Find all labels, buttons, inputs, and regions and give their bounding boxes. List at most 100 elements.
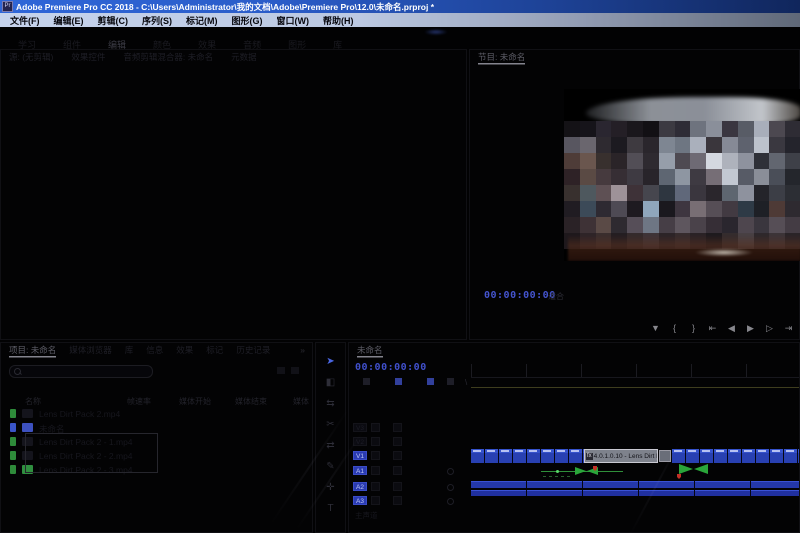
label-chip[interactable] (10, 437, 16, 446)
project-panel-tab[interactable]: 标记 (206, 344, 223, 356)
play-button[interactable]: ▶ (743, 323, 758, 334)
snap-icon[interactable] (395, 378, 402, 385)
record-arm-button[interactable] (447, 484, 454, 491)
menu-item[interactable]: 文件(F) (3, 14, 47, 27)
step-back-button[interactable]: ◀ (724, 323, 739, 334)
mute-toggle[interactable] (371, 482, 380, 491)
mosaic-block (738, 217, 754, 233)
time-ruler[interactable] (471, 364, 799, 378)
ripple-edit-tool[interactable]: ⇆ (326, 399, 334, 409)
selection-tool[interactable]: ➤ (326, 357, 334, 367)
keyframe-node[interactable] (556, 470, 559, 473)
source-patch-a2[interactable]: A2 (353, 482, 367, 491)
source-patch-v3[interactable]: V3 (353, 423, 367, 432)
mute-toggle[interactable] (371, 466, 380, 475)
menu-item[interactable]: 剪辑(C) (91, 14, 136, 27)
track-output-toggle[interactable] (393, 451, 402, 460)
add-marker-icon[interactable] (447, 378, 454, 385)
menu-item[interactable]: 序列(S) (135, 14, 179, 27)
mosaic-block (754, 121, 770, 137)
go-to-in-button[interactable]: ⇤ (705, 323, 720, 334)
solo-toggle[interactable] (393, 482, 402, 491)
mosaic-block (690, 121, 706, 137)
program-timecode[interactable]: 00:00:00:00 (484, 290, 556, 301)
video-clip[interactable] (471, 449, 584, 463)
source-panel-tab[interactable]: 源: (无剪辑) (9, 51, 53, 63)
mosaic-block (738, 121, 754, 137)
track-output-toggle[interactable] (393, 423, 402, 432)
record-arm-button[interactable] (447, 468, 454, 475)
source-patch-a1[interactable]: A1 (353, 466, 367, 475)
mosaic-block (659, 169, 675, 185)
track-output-toggle[interactable] (393, 437, 402, 446)
menu-item[interactable]: 帮助(H) (316, 14, 361, 27)
project-panel-tab[interactable]: 库 (125, 344, 134, 356)
source-panel-tab[interactable]: 音频剪辑混合器: 未命名 (123, 51, 213, 63)
track-lock-toggle[interactable] (371, 451, 380, 460)
timeline-settings-icon[interactable]: \ (465, 378, 472, 385)
track-lock-toggle[interactable] (371, 423, 380, 432)
project-search-input[interactable] (9, 365, 153, 378)
record-arm-button[interactable] (447, 498, 454, 505)
source-patch-v1[interactable]: V1 (353, 451, 367, 460)
audio-track-a3-content[interactable] (471, 490, 799, 496)
menu-item[interactable]: 标记(M) (179, 14, 225, 27)
label-chip[interactable] (10, 465, 16, 474)
label-chip[interactable] (10, 423, 16, 432)
icon-view-icon[interactable] (291, 367, 299, 374)
selected-video-clip[interactable]: fx 4.0.1.0.10 - Lens Dirt Pack 2 (584, 449, 658, 463)
program-tab[interactable]: 节目: 未命名 (478, 51, 525, 63)
list-view-icon[interactable] (277, 367, 285, 374)
track-header-a2: A2 (349, 480, 471, 493)
column-header-media-end[interactable]: 媒体结束 (235, 396, 267, 407)
column-header-media[interactable]: 媒体 (293, 396, 309, 407)
menu-item[interactable]: 编辑(E) (47, 14, 91, 27)
step-forward-button[interactable]: ▷ (762, 323, 777, 334)
audio-track-a2-content[interactable] (471, 481, 799, 488)
label-chip[interactable] (10, 451, 16, 460)
mosaic-block (596, 121, 612, 137)
mark-out-button[interactable]: } (686, 323, 701, 333)
track-lock-toggle[interactable] (371, 437, 380, 446)
sequence-tab[interactable]: 未命名 (357, 344, 383, 356)
solo-toggle[interactable] (393, 466, 402, 475)
mark-in-button[interactable]: { (667, 323, 682, 333)
master-track-label[interactable]: 主声道 (355, 510, 378, 521)
source-panel-tab[interactable]: 效果控件 (71, 51, 105, 63)
column-header-name[interactable]: 名称 (25, 396, 41, 407)
mute-toggle[interactable] (371, 496, 380, 505)
column-header-framerate[interactable]: 帧速率 (127, 396, 151, 407)
column-header-media-start[interactable]: 媒体开始 (179, 396, 211, 407)
type-tool[interactable]: T (327, 504, 333, 514)
source-patch-a3[interactable]: A3 (353, 496, 367, 505)
track-header-v3: V3 (349, 421, 471, 434)
timeline-timecode[interactable]: 00:00:00:00 (355, 362, 427, 373)
solo-toggle[interactable] (393, 496, 402, 505)
panel-overflow-chevron[interactable]: » (300, 345, 305, 355)
add-marker-button[interactable]: ▼ (648, 323, 663, 333)
track-select-tool[interactable]: ◧ (326, 378, 335, 388)
project-panel-tab[interactable]: 项目: 未命名 (9, 344, 56, 356)
mosaic-block (722, 217, 738, 233)
source-panel-tab[interactable]: 元数据 (231, 51, 257, 63)
project-panel-tab[interactable]: 历史记录 (236, 344, 270, 356)
linked-selection-icon[interactable] (427, 378, 434, 385)
mosaic-block (611, 201, 627, 217)
project-panel-tab[interactable]: 媒体浏览器 (69, 344, 112, 356)
go-to-out-button[interactable]: ⇥ (781, 323, 796, 334)
item-name[interactable]: Lens Dirt Pack 2.mp4 (39, 409, 120, 419)
project-panel-tab[interactable]: 效果 (176, 344, 193, 356)
selected-keyframe-marker[interactable] (677, 474, 681, 479)
zoom-fit-select[interactable]: 适合 (548, 291, 564, 302)
slip-tool[interactable]: ⇄ (326, 441, 334, 451)
menu-item[interactable]: 图形(G) (225, 14, 270, 27)
menu-item[interactable]: 窗口(W) (270, 14, 317, 27)
nest-toggle-icon[interactable] (363, 378, 370, 385)
mosaic-block (564, 153, 580, 169)
project-item-row[interactable]: Lens Dirt Pack 2.mp4 (1, 407, 312, 420)
video-clip[interactable] (672, 449, 799, 463)
label-chip[interactable] (10, 409, 16, 418)
project-panel-tab[interactable]: 信息 (146, 344, 163, 356)
program-video-frame[interactable] (564, 89, 800, 261)
pen-tool[interactable]: ✎ (326, 462, 334, 472)
